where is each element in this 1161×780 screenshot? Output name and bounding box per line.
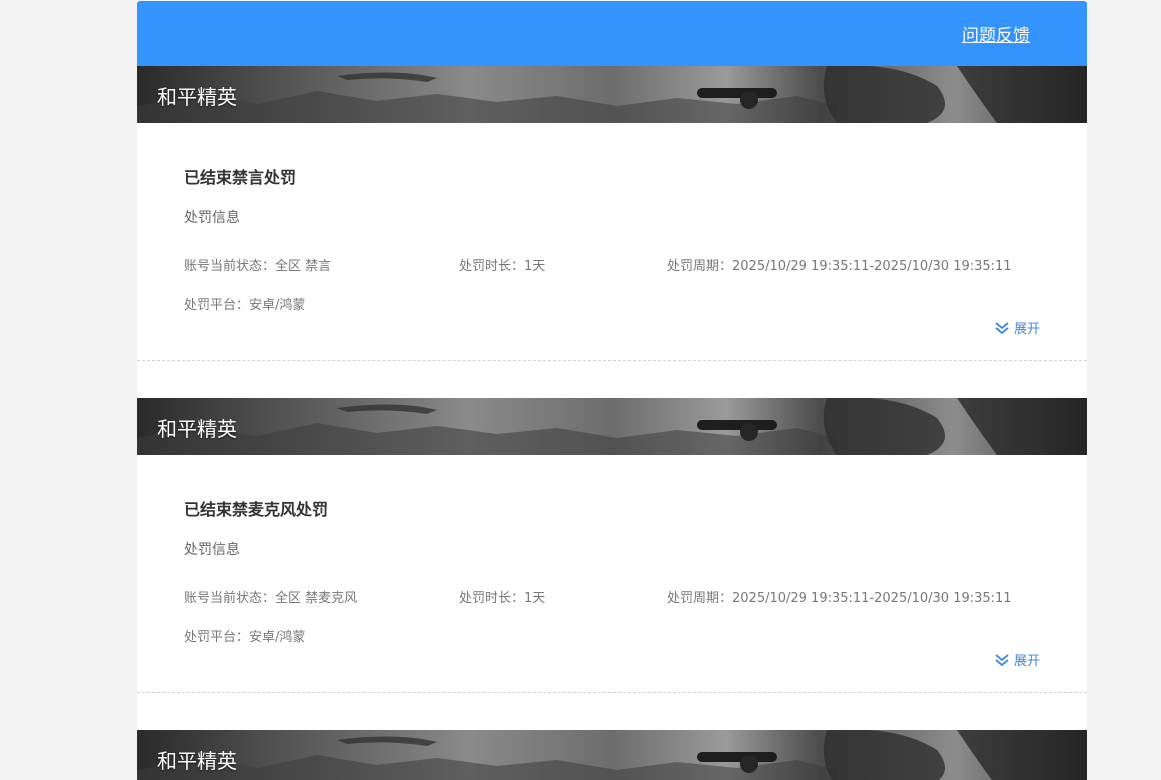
punishment-record: 已结束禁麦克风处罚 处罚信息 账号当前状态：全区 禁麦克风 处罚时长：1天 处罚…: [137, 455, 1087, 693]
punishment-platform: 处罚平台：安卓/鸿蒙: [184, 630, 306, 645]
punishment-platform: 处罚平台：安卓/鸿蒙: [184, 298, 306, 313]
double-chevron-down-icon: [995, 653, 1009, 666]
record-title: 已结束禁言处罚: [184, 168, 297, 187]
record-title: 已结束禁麦克风处罚: [184, 500, 329, 519]
page-container: 问题反馈 和平精英 已结束禁言处罚 处罚信息 账号当前状态：全区 禁言 处罚时长…: [137, 1, 1087, 780]
punishment-period: 处罚周期：2025/10/29 19:35:11-2025/10/30 19:3…: [667, 591, 1012, 606]
game-title: 和平精英: [157, 749, 237, 773]
expand-button[interactable]: 展开: [994, 650, 1040, 669]
record-gap: [137, 361, 1087, 398]
top-bar: 问题反馈: [137, 1, 1087, 66]
banner-art-image: [137, 398, 1087, 455]
record-gap: [137, 693, 1087, 730]
feedback-link[interactable]: 问题反馈: [962, 21, 1030, 46]
game-banner: 和平精英: [137, 398, 1087, 455]
info-heading: 处罚信息: [184, 542, 240, 558]
punishment-duration: 处罚时长：1天: [459, 591, 546, 606]
punishment-duration: 处罚时长：1天: [459, 259, 546, 274]
info-heading: 处罚信息: [184, 210, 240, 226]
expand-label: 展开: [1013, 654, 1040, 669]
banner-art-image: [137, 730, 1087, 780]
account-status: 账号当前状态：全区 禁言: [184, 259, 332, 274]
game-banner: 和平精英: [137, 730, 1087, 780]
account-status: 账号当前状态：全区 禁麦克风: [184, 591, 358, 606]
expand-button[interactable]: 展开: [994, 318, 1040, 337]
game-title: 和平精英: [157, 85, 237, 109]
double-chevron-down-icon: [995, 321, 1009, 334]
punishment-period: 处罚周期：2025/10/29 19:35:11-2025/10/30 19:3…: [667, 259, 1012, 274]
game-banner: 和平精英: [137, 66, 1087, 123]
banner-art-image: [137, 66, 1087, 123]
game-title: 和平精英: [157, 417, 237, 441]
expand-label: 展开: [1013, 322, 1040, 337]
punishment-record: 已结束禁言处罚 处罚信息 账号当前状态：全区 禁言 处罚时长：1天 处罚周期：2…: [137, 123, 1087, 361]
